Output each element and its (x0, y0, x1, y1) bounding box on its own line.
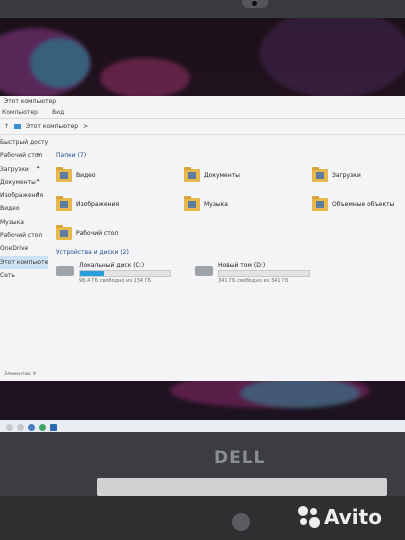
folders-grid: Видео Документы Загрузки Изображения Муз… (56, 163, 405, 245)
drive-usage-bar (218, 270, 310, 277)
drives-header[interactable]: Устройства и диски (2) (56, 249, 405, 256)
drive-icon (195, 266, 213, 276)
status-bar: Элементов: 9 (4, 372, 36, 377)
search-icon[interactable] (17, 423, 24, 431)
folder-icon (184, 166, 200, 182)
folder-desktop[interactable]: Рабочий стол (56, 221, 184, 245)
drive-d[interactable]: Новый том (D:) 341 ГБ свободно из 341 ГБ (195, 262, 310, 284)
nav-item-onedrive[interactable]: OneDrive (0, 242, 48, 255)
up-arrow-icon[interactable]: ↑ (4, 123, 9, 130)
folder-documents[interactable]: Документы (184, 163, 312, 187)
folder-icon (56, 224, 72, 240)
power-button (232, 513, 250, 531)
chevron-right-icon: > (83, 123, 89, 130)
drive-label: Локальный диск (C:) (79, 262, 145, 269)
laptop-photo: Этот компьютер Компьютер Вид ↑ Этот комп… (0, 0, 405, 540)
folder-videos[interactable]: Видео (56, 163, 184, 187)
nav-item-desktop-2[interactable]: Рабочий стол (0, 229, 48, 242)
folder-icon (312, 166, 328, 182)
drive-free-space: 341 ГБ свободно из 341 ГБ (218, 278, 289, 284)
dell-logo: DELL (214, 448, 266, 468)
nav-item-this-pc[interactable]: Этот компьютер (0, 255, 48, 269)
webcam (242, 0, 268, 8)
pin-icon: ✦ (36, 191, 41, 197)
app-icon[interactable] (39, 423, 46, 431)
edge-icon[interactable] (28, 423, 35, 431)
address-bar[interactable]: ↑ Этот компьютер > (0, 119, 405, 135)
nav-item-music[interactable]: Музыка (0, 216, 48, 229)
ribbon-tab-computer[interactable]: Компьютер (2, 108, 38, 118)
laptop-hinge (97, 478, 387, 496)
avito-logo-icon (298, 506, 320, 528)
folder-icon (312, 195, 328, 211)
drive-icon (56, 266, 74, 276)
nav-item-quick-access[interactable]: Быстрый доступ (0, 136, 48, 149)
nav-item-desktop[interactable]: Рабочий стол (0, 149, 48, 162)
avito-watermark: Avito (298, 505, 382, 529)
folder-icon (184, 195, 200, 211)
nav-item-videos[interactable]: Видео (0, 202, 48, 215)
nav-item-network[interactable]: Сеть (0, 269, 48, 282)
pin-icon: ✦ (36, 152, 41, 158)
avito-wordmark: Avito (324, 505, 382, 529)
start-icon[interactable] (6, 423, 13, 431)
folder-pictures[interactable]: Изображения (56, 192, 184, 216)
pin-icon: ✦ (36, 178, 41, 184)
folder-label: Видео (76, 171, 96, 179)
folder-downloads[interactable]: Загрузки (312, 163, 402, 187)
folder-label: Документы (204, 171, 240, 179)
folder-music[interactable]: Музыка (184, 192, 312, 216)
drive-label: Новый том (D:) (218, 262, 266, 269)
folder-icon (56, 195, 72, 211)
folders-header[interactable]: Папки (7) (56, 152, 405, 159)
folder-label: Загрузки (332, 171, 361, 179)
file-explorer-window: Этот компьютер Компьютер Вид ↑ Этот комп… (0, 96, 405, 381)
ribbon: Компьютер Вид (0, 108, 405, 119)
folder-icon (56, 166, 72, 182)
drive-free-space: 98,4 ГБ свободно из 134 ГБ (79, 278, 152, 284)
navigation-pane: Быстрый доступ Рабочий стол Загрузки Док… (0, 136, 48, 386)
folder-3d-objects[interactable]: Объемные объекты (312, 192, 402, 216)
drive-usage-fill (80, 271, 105, 276)
content-area: Папки (7) Видео Документы Загрузки Изобр… (56, 152, 405, 284)
store-icon[interactable] (50, 423, 57, 431)
drive-usage-bar (79, 270, 171, 277)
nav-item-downloads[interactable]: Загрузки (0, 163, 48, 176)
nav-item-documents[interactable]: Документы (0, 176, 48, 189)
nav-item-pictures[interactable]: Изображения (0, 189, 48, 202)
folder-label: Рабочий стол (76, 229, 119, 237)
computer-icon (14, 124, 22, 129)
drives-list: Локальный диск (C:) 98,4 ГБ свободно из … (56, 262, 405, 284)
window-title: Этот компьютер (4, 98, 57, 105)
address-path[interactable]: Этот компьютер (26, 123, 78, 130)
ribbon-tab-view[interactable]: Вид (52, 108, 64, 118)
drive-c[interactable]: Локальный диск (C:) 98,4 ГБ свободно из … (56, 262, 171, 284)
folder-label: Объемные объекты (332, 200, 395, 208)
folder-label: Музыка (204, 200, 228, 208)
pin-icon: ✦ (36, 165, 41, 171)
folder-label: Изображения (76, 200, 120, 208)
